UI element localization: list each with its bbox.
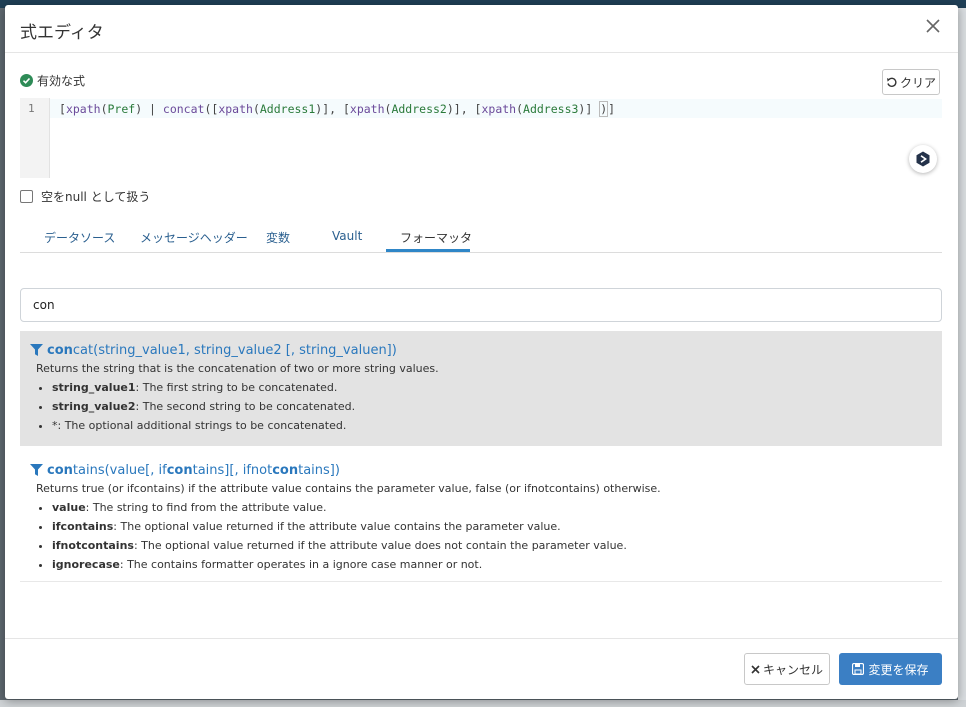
dialog-footer: キャンセル 変更を保存 — [5, 638, 958, 700]
code-token: xpath — [218, 102, 253, 116]
code-token: Pref — [107, 102, 136, 116]
filter-icon — [30, 344, 43, 356]
code-token: Address2 — [391, 102, 447, 116]
expression-text[interactable]: [xpath(Pref) | concat([xpath(Address1)],… — [59, 101, 616, 117]
expression-code-editor[interactable]: 1 [xpath(Pref) | concat([xpath(Address1)… — [20, 98, 942, 178]
validation-status: 有効な式 — [20, 72, 85, 89]
formatter-description: Returns true (or ifcontains) if the attr… — [36, 482, 661, 495]
parameter-list: string_value1: The first string to be co… — [30, 378, 930, 435]
code-token: [ — [59, 102, 66, 116]
code-token: ) | — [135, 102, 163, 116]
checkbox-box[interactable] — [20, 190, 33, 203]
tab-data-source[interactable]: データソース — [44, 229, 115, 246]
param-desc: : The second string to be concatenated. — [135, 400, 356, 413]
formatter-search-input[interactable] — [20, 288, 942, 322]
signature-rest: tains(value[, if — [72, 462, 167, 478]
parameter-list: value: The string to find from the attri… — [30, 498, 930, 574]
param-name: ignorecase — [52, 558, 120, 571]
parameter-item: ifcontains: The optional value returned … — [52, 517, 930, 536]
code-token: xpath — [349, 102, 385, 116]
formatter-result-item[interactable]: concat(string_value1, string_value2 [, s… — [20, 331, 942, 446]
code-token: ( — [516, 102, 524, 116]
code-token: )], [ — [315, 102, 350, 116]
dialog-header: 式エディタ — [5, 5, 958, 53]
formatter-signature[interactable]: contains(value[, ifcontains][, ifnotcont… — [30, 461, 930, 479]
code-token: Address3 — [523, 102, 579, 116]
line-number: 1 — [28, 102, 35, 115]
source-tabs: データソース メッセージヘッダー 変数 Vault フォーマッタ — [20, 223, 942, 253]
tab-formatter[interactable]: フォーマッタ — [400, 229, 472, 246]
ai-assistant-button[interactable] — [909, 145, 937, 173]
active-tab-indicator — [386, 249, 470, 252]
param-desc: : The string to find from the attribute … — [85, 501, 327, 514]
cancel-label: キャンセル — [762, 662, 823, 677]
parameter-item: ignorecase: The contains formatter opera… — [52, 555, 930, 574]
ai-assistant-icon — [916, 151, 930, 167]
close-icon — [926, 19, 940, 33]
save-icon — [852, 663, 865, 675]
formatter-signature[interactable]: concat(string_value1, string_value2 [, s… — [30, 341, 930, 359]
formatter-description: Returns the string that is the concatena… — [36, 362, 439, 375]
code-token: ( — [100, 102, 108, 116]
code-token: ([ — [204, 102, 219, 116]
signature-rest: tains][, ifnot — [192, 462, 273, 478]
param-desc: : The optional value returned if the att… — [133, 539, 627, 552]
code-token: xpath — [65, 102, 101, 116]
close-button[interactable] — [922, 15, 944, 37]
signature-match: con — [272, 462, 299, 478]
signature-match: con — [47, 342, 73, 358]
param-desc: : The first string to be concatenated. — [135, 381, 338, 394]
param-desc: *: The optional additional strings to be… — [52, 419, 347, 432]
signature-match: con — [47, 462, 73, 478]
param-name: ifcontains — [52, 520, 114, 533]
signature-rest: tains]) — [298, 462, 340, 478]
code-token: )], [ — [446, 102, 482, 116]
parameter-item: *: The optional additional strings to be… — [52, 416, 930, 435]
clear-label: クリア — [899, 75, 936, 90]
save-label: 変更を保存 — [868, 662, 929, 677]
matching-bracket: ) — [599, 101, 609, 117]
background-panel — [958, 8, 966, 707]
checkbox-label: 空をnull として扱う — [41, 190, 151, 204]
code-token: Address1 — [259, 102, 316, 116]
check-circle-icon — [20, 74, 33, 87]
clear-button[interactable]: クリア — [882, 69, 940, 95]
signature-rest: cat(string_value1, string_value2 [, stri… — [72, 342, 397, 358]
background-bottom — [0, 700, 966, 707]
formatter-result-item[interactable]: contains(value[, ifcontains][, ifnotcont… — [20, 451, 942, 582]
param-desc: : The contains formatter operates in a i… — [119, 558, 483, 571]
cancel-button[interactable]: キャンセル — [744, 653, 830, 685]
code-token: )] — [578, 102, 600, 116]
undo-icon — [886, 77, 897, 87]
parameter-item: string_value2: The second string to be c… — [52, 397, 930, 416]
parameter-item: string_value1: The first string to be co… — [52, 378, 930, 397]
parameter-item: ifnotcontains: The optional value return… — [52, 536, 930, 555]
tab-message-header[interactable]: メッセージヘッダー — [140, 229, 248, 246]
tab-vault[interactable]: Vault — [332, 229, 362, 243]
code-token: concat — [162, 102, 205, 116]
param-name: ifnotcontains — [52, 539, 134, 552]
code-token: ] — [608, 102, 616, 116]
param-name: value — [52, 501, 86, 514]
param-name: string_value1 — [52, 381, 136, 394]
tab-variables[interactable]: 変数 — [266, 229, 290, 246]
parameter-item: value: The string to find from the attri… — [52, 498, 930, 517]
signature-match: con — [166, 462, 193, 478]
times-icon — [751, 664, 760, 674]
param-name: string_value2 — [52, 400, 136, 413]
filter-icon — [30, 464, 43, 476]
save-changes-button[interactable]: 変更を保存 — [839, 653, 942, 685]
line-gutter: 1 — [20, 98, 50, 178]
treat-empty-as-null-checkbox[interactable]: 空をnull として扱う — [20, 188, 150, 205]
code-token: ( — [252, 102, 260, 116]
code-token: xpath — [481, 102, 517, 116]
param-desc: : The optional value returned if the att… — [113, 520, 561, 533]
expression-editor-dialog: 式エディタ 有効な式 クリア 1 [xpath(Pref) | concat([… — [5, 5, 958, 699]
validation-label: 有効な式 — [37, 74, 86, 88]
dialog-title: 式エディタ — [20, 23, 104, 43]
